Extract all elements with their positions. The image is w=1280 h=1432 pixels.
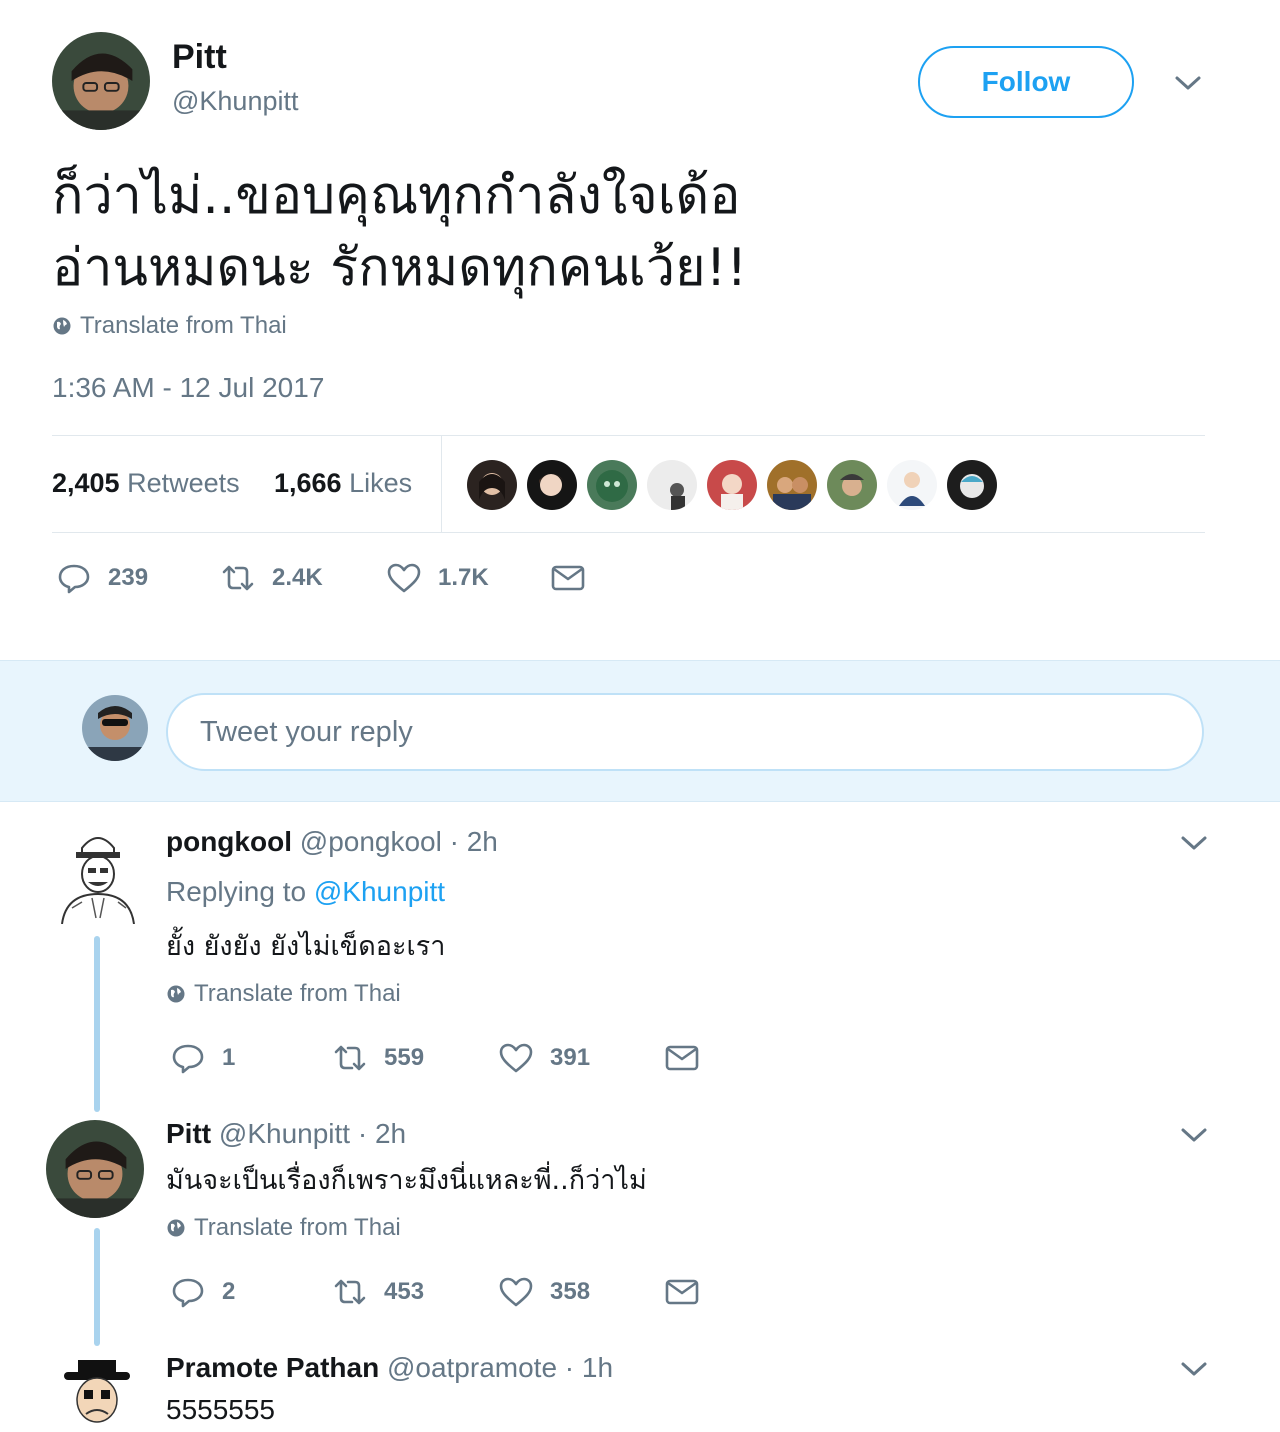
translate-label: Translate from Thai — [194, 980, 401, 1007]
reply-avatar[interactable] — [46, 1120, 144, 1218]
reply-display-name: Pramote Pathan — [166, 1352, 380, 1383]
globe-icon — [53, 317, 71, 335]
reply-icon — [58, 564, 90, 594]
retweet-button[interactable]: 453 — [332, 1274, 424, 1310]
tweet-text-line2: อ่านหมดนะ รักหมดทุกคนเว้ย!! — [52, 238, 748, 298]
globe-icon — [167, 1219, 185, 1237]
retweets-label: Retweets — [127, 468, 240, 498]
thread-line — [94, 936, 100, 1112]
likes-label: Likes — [349, 468, 413, 498]
engagement-stats: 2,405 Retweets 1,666 Likes — [52, 435, 1205, 533]
reply-count: 1 — [222, 1044, 236, 1071]
dm-icon — [665, 1279, 699, 1305]
reply-avatar[interactable] — [52, 828, 144, 924]
liker-avatar[interactable] — [587, 460, 637, 510]
reply-actions: 1 559 391 — [170, 1040, 730, 1080]
reply-text: 5555555 — [166, 1394, 276, 1425]
liker-avatar[interactable] — [767, 460, 817, 510]
dm-button[interactable] — [664, 1274, 700, 1310]
like-button[interactable]: 358 — [498, 1274, 590, 1310]
likes-count: 1,666 — [274, 468, 342, 498]
reply-display-name: Pitt — [166, 1118, 212, 1149]
dm-icon — [551, 565, 585, 591]
like-icon — [499, 1277, 533, 1307]
replying-to: Replying to @Khunpitt — [166, 876, 445, 908]
thread-line — [94, 1228, 100, 1346]
retweets-count: 2,405 — [52, 468, 120, 498]
retweet-icon — [334, 1045, 366, 1071]
reply-handle-time: @Khunpitt · 2h — [218, 1118, 407, 1149]
dm-button[interactable] — [550, 560, 586, 596]
liker-avatar[interactable] — [527, 460, 577, 510]
chevron-down-icon[interactable] — [1180, 1126, 1208, 1144]
chevron-down-icon[interactable] — [1174, 74, 1202, 92]
chevron-down-icon[interactable] — [1180, 1360, 1208, 1378]
reply-button[interactable]: 239 — [56, 560, 148, 596]
tweet-text: ก็ว่าไม่..ขอบคุณทุกกำลังใจเด้อ อ่านหมดนะ… — [52, 160, 952, 304]
reply-text: มันจะเป็นเรื่องก็เพราะมึงนี่แหละพี่..ก็ว… — [166, 1165, 647, 1196]
author-display-name[interactable]: Pitt — [172, 38, 227, 77]
reply-actions: 2 453 358 — [170, 1274, 730, 1314]
retweet-icon — [334, 1279, 366, 1305]
retweet-count: 559 — [384, 1044, 425, 1071]
translate-link[interactable]: Translate from Thai — [166, 980, 401, 1008]
replying-prefix: Replying to — [166, 876, 307, 907]
retweet-button[interactable]: 2.4K — [220, 560, 323, 596]
tweet-timestamp[interactable]: 1:36 AM - 12 Jul 2017 — [52, 372, 324, 404]
reply-input[interactable]: Tweet your reply — [166, 693, 1204, 771]
reply-icon — [172, 1044, 204, 1074]
retweet-icon — [222, 565, 254, 591]
retweet-count: 453 — [384, 1278, 425, 1305]
globe-icon — [167, 985, 185, 1003]
stats-divider — [441, 436, 442, 532]
reply-handle-time: @pongkool · 2h — [299, 826, 498, 857]
dm-button[interactable] — [664, 1040, 700, 1076]
liker-avatar[interactable] — [947, 460, 997, 510]
liker-avatar[interactable] — [647, 460, 697, 510]
translate-link[interactable]: Translate from Thai — [166, 1214, 401, 1242]
like-count: 358 — [550, 1278, 591, 1305]
chevron-down-icon[interactable] — [1180, 834, 1208, 852]
retweet-count: 2.4K — [272, 564, 323, 591]
replying-to-link[interactable]: @Khunpitt — [314, 876, 445, 907]
author-handle[interactable]: @Khunpitt — [172, 86, 298, 117]
reply-button[interactable]: 1 — [170, 1040, 235, 1076]
liker-avatar[interactable] — [827, 460, 877, 510]
reply-header[interactable]: Pitt @Khunpitt · 2h — [166, 1118, 406, 1150]
reply-text: ยั้ง ยังยัง ยังไม่เข็ดอะเรา — [166, 931, 446, 962]
like-count: 1.7K — [438, 564, 489, 591]
liker-avatar[interactable] — [887, 460, 937, 510]
like-icon — [499, 1043, 533, 1073]
reply-avatar[interactable] — [56, 1354, 138, 1432]
reply-handle-time: @oatpramote · 1h — [386, 1352, 614, 1383]
retweets-stat[interactable]: 2,405 Retweets — [52, 468, 240, 499]
dm-icon — [665, 1045, 699, 1071]
tweet-actions: 239 2.4K 1.7K — [56, 560, 656, 600]
translate-label: Translate from Thai — [80, 312, 287, 339]
author-avatar[interactable] — [52, 32, 150, 130]
tweet-text-line1: ก็ว่าไม่..ขอบคุณทุกกำลังใจเด้อ — [52, 166, 741, 226]
translate-link[interactable]: Translate from Thai — [52, 312, 287, 340]
like-count: 391 — [550, 1044, 591, 1071]
likes-stat[interactable]: 1,666 Likes — [274, 468, 412, 499]
translate-label: Translate from Thai — [194, 1214, 401, 1241]
current-user-avatar[interactable] — [82, 695, 148, 761]
liker-avatar[interactable] — [707, 460, 757, 510]
reply-composer: Tweet your reply — [0, 660, 1280, 802]
liker-avatar[interactable] — [467, 460, 517, 510]
like-icon — [387, 563, 421, 593]
reply-header[interactable]: Pramote Pathan @oatpramote · 1h — [166, 1352, 613, 1384]
reply-button[interactable]: 2 — [170, 1274, 235, 1310]
like-button[interactable]: 1.7K — [386, 560, 489, 596]
reply-icon — [172, 1278, 204, 1308]
retweet-button[interactable]: 559 — [332, 1040, 424, 1076]
follow-button[interactable]: Follow — [918, 46, 1134, 118]
reply-count: 239 — [108, 564, 149, 591]
reply-display-name: pongkool — [166, 826, 292, 857]
like-button[interactable]: 391 — [498, 1040, 590, 1076]
reply-header[interactable]: pongkool @pongkool · 2h — [166, 826, 498, 858]
reply-count: 2 — [222, 1278, 236, 1305]
